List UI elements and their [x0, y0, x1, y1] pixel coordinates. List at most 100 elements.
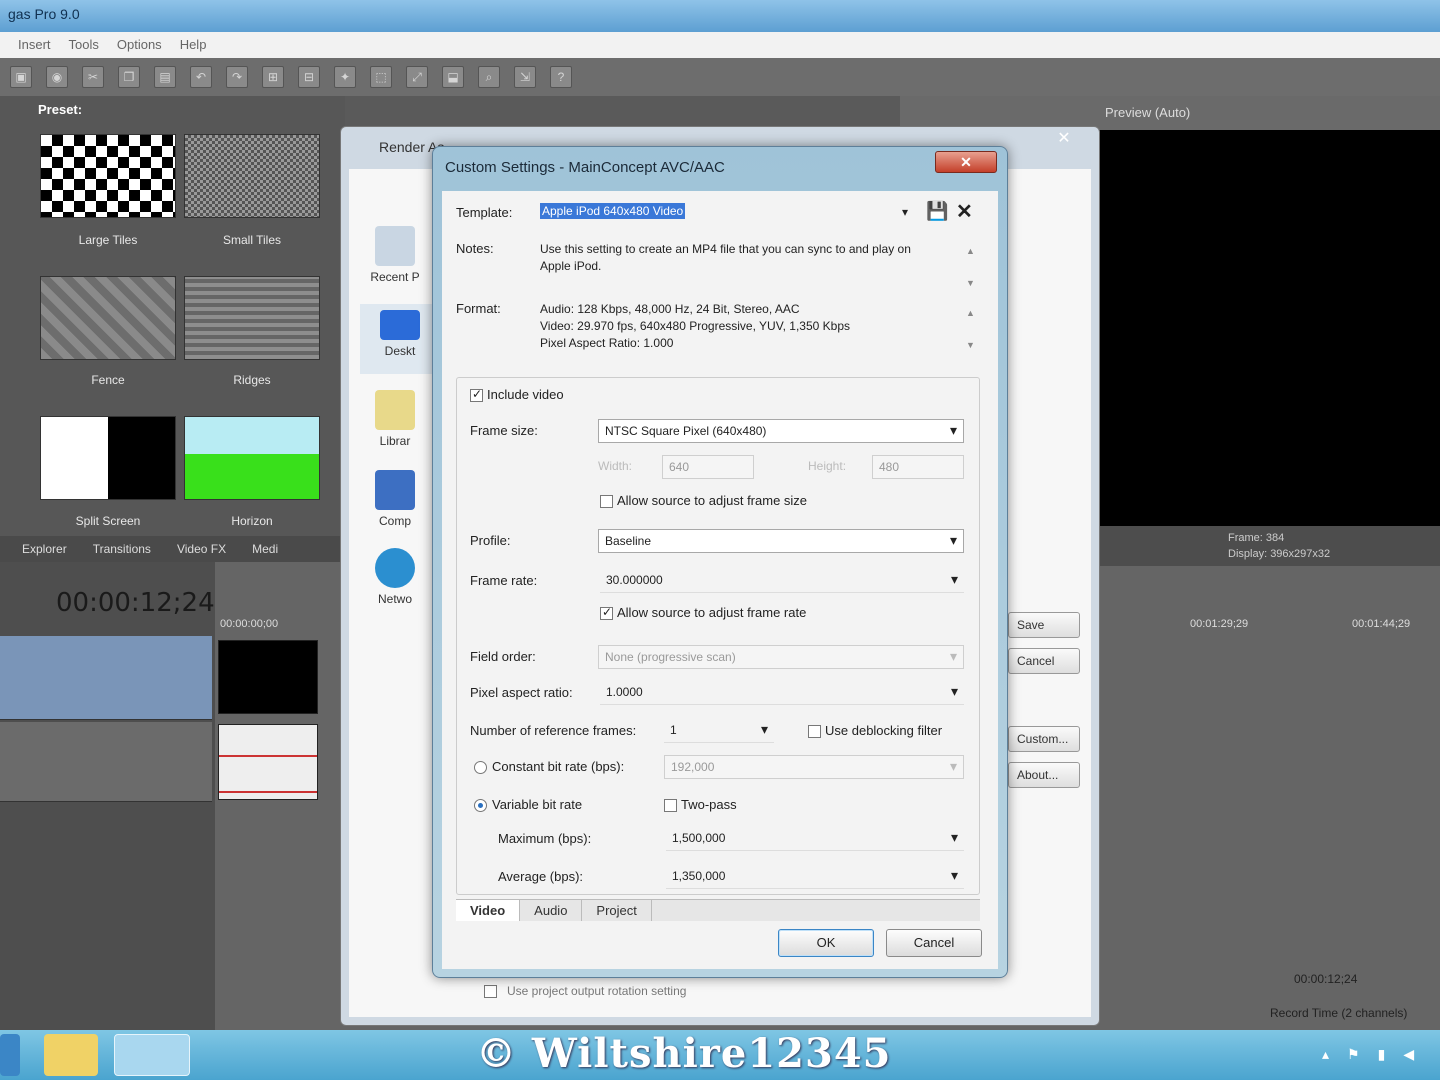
properties-icon[interactable]: ◉	[46, 66, 68, 88]
preset-thumb-split-screen[interactable]	[40, 416, 176, 500]
render-side-network[interactable]: Netwo	[350, 548, 440, 606]
render-side-recent[interactable]: Recent P	[350, 226, 440, 284]
tab-transitions[interactable]: Transitions	[81, 536, 163, 562]
ref-frames-input[interactable]: 1	[664, 719, 774, 743]
network-tray-icon[interactable]: ▮	[1378, 1046, 1386, 1063]
format-scroll-icon[interactable]: ▲ ▼	[966, 297, 975, 361]
render-about-button[interactable]: About...	[1008, 762, 1080, 788]
allow-frame-size-checkbox[interactable]: Allow source to adjust frame size	[600, 493, 808, 509]
paste-icon[interactable]: ▤	[154, 66, 176, 88]
volume-icon[interactable]: ◀	[1403, 1046, 1414, 1063]
preview-info: Frame: 384 Display: 396x297x32	[1098, 526, 1440, 566]
frame-size-select[interactable]: NTSC Square Pixel (640x480)	[598, 419, 964, 443]
video-preview	[1098, 130, 1440, 526]
checkbox-box	[470, 387, 483, 403]
field-order-select[interactable]: None (progressive scan)	[598, 645, 964, 669]
tab-video-fx[interactable]: Video FX	[165, 536, 238, 562]
explorer-taskbar-icon[interactable]	[44, 1034, 98, 1076]
envelope-tool-icon[interactable]: ⤢	[406, 66, 428, 88]
allow-frame-size-label: Allow source to adjust frame size	[617, 493, 808, 508]
deblocking-checkbox[interactable]: Use deblocking filter	[808, 723, 942, 739]
audio-track-header[interactable]	[0, 722, 212, 802]
allow-frame-rate-checkbox[interactable]: Allow source to adjust frame rate	[600, 605, 806, 621]
cancel-button[interactable]: Cancel	[886, 929, 982, 957]
notes-scroll-icon[interactable]: ▲ ▼	[966, 235, 975, 299]
render-side-label: Librar	[379, 434, 411, 448]
redo-icon[interactable]: ↷	[226, 66, 248, 88]
action-center-icon[interactable]: ⚑	[1347, 1046, 1360, 1063]
pixel-aspect-value: 1.0000	[606, 685, 643, 699]
preset-thumb-ridges[interactable]	[184, 276, 320, 360]
tab-media[interactable]: Medi	[240, 536, 290, 562]
save-template-icon[interactable]: 💾	[926, 201, 948, 222]
profile-select[interactable]: Baseline	[598, 529, 964, 553]
tab-explorer[interactable]: Explorer	[10, 536, 79, 562]
zoom-tool-icon[interactable]: ⌕	[478, 66, 500, 88]
render-side-libraries[interactable]: Librar	[350, 390, 440, 448]
selection-tool-icon[interactable]: ⬓	[442, 66, 464, 88]
menu-help[interactable]: Help	[180, 37, 207, 53]
height-input[interactable]: 480	[872, 455, 964, 479]
cut-icon[interactable]: ✂	[82, 66, 104, 88]
audio-clip[interactable]	[218, 724, 318, 800]
video-track-header[interactable]	[0, 636, 212, 720]
constant-bitrate-select[interactable]: 192,000	[664, 755, 964, 779]
normal-edit-tool-icon[interactable]: ⬚	[370, 66, 392, 88]
tab-audio[interactable]: Audio	[520, 900, 583, 921]
menu-tools[interactable]: Tools	[69, 37, 99, 53]
maximum-bitrate-combo[interactable]: 1,500,000	[666, 827, 964, 851]
template-value: Apple iPod 640x480 Video	[540, 203, 686, 219]
desktop-icon	[380, 310, 420, 340]
include-video-checkbox[interactable]: Include video	[470, 387, 564, 403]
tray-arrow-icon[interactable]: ▴	[1322, 1046, 1329, 1063]
undo-icon[interactable]: ↶	[190, 66, 212, 88]
two-pass-checkbox[interactable]: Two-pass	[664, 797, 737, 813]
frame-rate-combo[interactable]: 30.000000	[600, 569, 964, 593]
rotation-setting-checkbox[interactable]: Use project output rotation setting	[484, 984, 686, 998]
preset-thumb-small-tiles[interactable]	[184, 134, 320, 218]
preset-thumb-large-tiles[interactable]	[40, 134, 176, 218]
menu-options[interactable]: Options	[117, 37, 162, 53]
tab-video[interactable]: Video	[456, 900, 521, 921]
ruler-start: 00:00:00;00	[220, 618, 279, 630]
render-cancel-button[interactable]: Cancel	[1008, 648, 1080, 674]
snap-icon[interactable]: ⊞	[262, 66, 284, 88]
average-bitrate-combo[interactable]: 1,350,000	[666, 865, 964, 889]
settings-tabs: Video Audio Project	[456, 899, 980, 921]
auto-ripple-icon[interactable]: ⊟	[298, 66, 320, 88]
include-video-label: Include video	[487, 387, 564, 402]
video-clip[interactable]	[218, 640, 318, 714]
pixel-aspect-combo[interactable]: 1.0000	[600, 681, 964, 705]
constant-bitrate-radio[interactable]: Constant bit rate (bps):	[474, 759, 624, 775]
profile-value: Baseline	[605, 534, 652, 548]
menu-insert[interactable]: Insert	[18, 37, 51, 53]
ok-button[interactable]: OK	[778, 929, 874, 957]
preset-thumb-horizon[interactable]	[184, 416, 320, 500]
render-custom-button[interactable]: Custom...	[1008, 726, 1080, 752]
render-side-computer[interactable]: Comp	[350, 470, 440, 528]
preview-quality-dropdown[interactable]: Preview (Auto)	[1105, 105, 1190, 120]
template-dropdown-icon[interactable]: ▾	[902, 205, 908, 219]
copy-icon[interactable]: ❐	[118, 66, 140, 88]
lock-envelopes-icon[interactable]: ✦	[334, 66, 356, 88]
save-icon[interactable]: ▣	[10, 66, 32, 88]
template-combo[interactable]: Apple iPod 640x480 Video	[538, 201, 916, 223]
height-label: Height:	[808, 459, 847, 473]
maximum-label: Maximum (bps):	[498, 831, 592, 846]
frame-rate-value: 30.000000	[606, 573, 663, 587]
render-save-button[interactable]: Save	[1008, 612, 1080, 638]
render-side-desktop[interactable]: Deskt	[360, 304, 440, 374]
enable-snapping-icon[interactable]: ⇲	[514, 66, 536, 88]
tab-project[interactable]: Project	[582, 900, 652, 921]
variable-bitrate-radio[interactable]: Variable bit rate	[474, 797, 583, 813]
vegas-taskbar-icon[interactable]	[114, 1034, 190, 1076]
preset-thumb-fence[interactable]	[40, 276, 176, 360]
close-icon[interactable]: ✕	[935, 151, 997, 173]
help-icon[interactable]: ?	[550, 66, 572, 88]
start-button[interactable]	[0, 1034, 20, 1076]
frame-label: Frame:	[1228, 532, 1263, 544]
variable-bitrate-label: Variable bit rate	[492, 797, 583, 812]
delete-template-icon[interactable]: ✕	[956, 199, 973, 224]
width-input[interactable]: 640	[662, 455, 754, 479]
render-close-icon[interactable]: ✕	[1036, 128, 1092, 150]
